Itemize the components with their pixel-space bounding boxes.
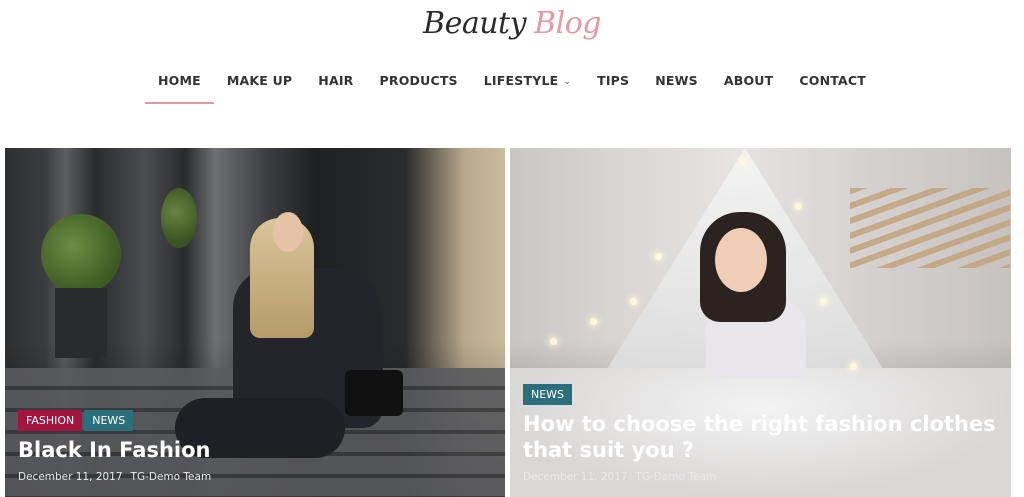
nav-item-hair[interactable]: HAIR — [305, 64, 366, 104]
chevron-down-icon: ⌄ — [563, 77, 572, 87]
tag-fashion[interactable]: FASHION — [18, 410, 83, 431]
nav-item-tips[interactable]: TIPS — [584, 64, 642, 104]
post-title[interactable]: How to choose the right fashion clothes … — [523, 411, 998, 463]
post-card-fashion-clothes[interactable]: NEWS How to choose the right fashion clo… — [510, 148, 1011, 497]
string-lights — [510, 158, 1011, 378]
image-shape — [161, 188, 197, 248]
nav-item-lifestyle[interactable]: LIFESTYLE ⌄ — [471, 64, 584, 104]
nav-item-label: PRODUCTS — [379, 73, 458, 88]
post-meta: December 11, 2017 TG-Demo Team — [523, 471, 998, 483]
light-bulb — [740, 158, 747, 165]
tag-news[interactable]: NEWS — [523, 384, 573, 405]
light-bulb — [630, 298, 637, 305]
nav-item-label: MAKE UP — [226, 73, 293, 88]
post-date[interactable]: December 11, 2017 — [18, 471, 123, 483]
nav-item-label: TIPS — [597, 73, 630, 88]
nav-item-about[interactable]: ABOUT — [711, 64, 787, 104]
logo-text-blog: Blog — [534, 6, 601, 41]
image-shape — [41, 214, 121, 294]
light-bulb — [820, 298, 827, 305]
tag-news[interactable]: NEWS — [84, 410, 134, 431]
post-card-black-in-fashion[interactable]: FASHION NEWS Black In Fashion December 1… — [5, 148, 505, 497]
post-caption: FASHION NEWS Black In Fashion December 1… — [18, 410, 492, 483]
post-tags: FASHION NEWS — [18, 410, 492, 431]
light-bulb — [590, 318, 597, 325]
nav-item-products[interactable]: PRODUCTS — [367, 64, 471, 104]
light-bulb — [655, 253, 662, 260]
nav-item-contact[interactable]: CONTACT — [786, 64, 879, 104]
post-author[interactable]: TG-Demo Team — [131, 471, 212, 483]
light-bulb — [795, 203, 802, 210]
post-caption: NEWS How to choose the right fashion clo… — [523, 384, 998, 483]
nav-item-label: HAIR — [318, 73, 354, 88]
nav-list: HOME MAKE UP HAIR PRODUCTS LIFESTYLE ⌄ TI… — [145, 64, 879, 104]
light-bulb — [850, 363, 857, 370]
post-date[interactable]: December 11, 2017 — [523, 471, 628, 483]
post-author[interactable]: TG-Demo Team — [636, 471, 717, 483]
image-shape — [55, 288, 107, 358]
main-navigation: HOME MAKE UP HAIR PRODUCTS LIFESTYLE ⌄ TI… — [0, 64, 1024, 104]
post-tags: NEWS — [523, 384, 998, 405]
nav-item-make-up[interactable]: MAKE UP — [214, 64, 305, 104]
light-bulb — [550, 338, 557, 345]
nav-item-label: ABOUT — [723, 73, 774, 88]
post-title[interactable]: Black In Fashion — [18, 437, 492, 463]
nav-item-label: LIFESTYLE — [483, 73, 559, 88]
post-meta: December 11, 2017 TG-Demo Team — [18, 471, 492, 483]
nav-item-news[interactable]: NEWS — [642, 64, 711, 104]
featured-posts: FASHION NEWS Black In Fashion December 1… — [5, 148, 1011, 497]
nav-item-label: NEWS — [655, 73, 698, 88]
nav-item-label: CONTACT — [799, 73, 866, 88]
logo-text-beauty: Beauty — [423, 6, 527, 41]
nav-item-home[interactable]: HOME — [145, 64, 214, 104]
site-logo[interactable]: Beauty Blog — [0, 6, 1024, 50]
image-shape — [273, 212, 303, 252]
nav-item-label: HOME — [158, 73, 201, 88]
